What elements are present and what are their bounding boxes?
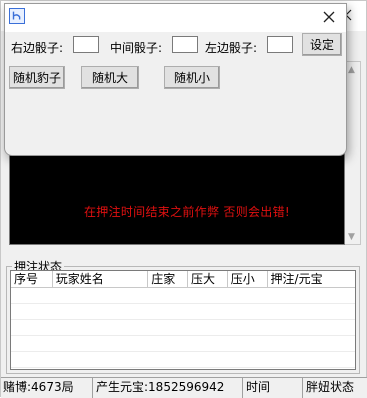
column-header-bet-small[interactable]: 压小 [228,271,268,287]
table-row[interactable] [11,320,355,336]
log-scrollbar[interactable]: ▲ ▼ [345,61,361,245]
column-header-index[interactable]: 序号 [11,271,53,287]
status-gamble-count: 赌博:4673局 [1,378,93,398]
table-row[interactable] [11,288,355,304]
left-dice-input[interactable] [267,36,293,53]
close-icon[interactable] [318,6,340,28]
middle-dice-label: 中间骰子: [110,41,163,55]
right-dice-input[interactable] [73,36,99,53]
status-generated-yuanbao: 产生元宝:1852596942 [93,378,243,398]
left-dice-label: 左边骰子: [205,41,258,55]
column-header-banker[interactable]: 庄家 [148,271,188,287]
random-big-button[interactable]: 随机大 [81,66,139,89]
random-leopard-button[interactable]: 随机豹子 [9,66,65,89]
scroll-up-icon[interactable]: ▲ [348,65,355,75]
dice-cheat-dialog: 右边骰子: 中间骰子: 左边骰子: 设定 随机豹子 随机大 随机小 [4,3,347,156]
set-button[interactable]: 设定 [302,33,342,56]
bet-status-group: 押注状态 序号 玩家姓名 庄家 压大 压小 押注/元宝 [6,258,360,374]
table-header: 序号 玩家姓名 庄家 压大 压小 押注/元宝 [11,271,355,288]
bet-table[interactable]: 序号 玩家姓名 庄家 压大 压小 押注/元宝 [10,270,356,370]
right-dice-label: 右边骰子: [11,41,64,55]
random-small-button[interactable]: 随机小 [164,66,220,89]
cheat-warning-text: 在押注时间结束之前作弊 否则会出错! [83,205,291,219]
app-icon [9,8,25,24]
status-state: 胖妞状态 [306,380,355,394]
table-row[interactable] [11,336,355,352]
scroll-down-icon[interactable]: ▼ [348,232,355,242]
middle-dice-input[interactable] [172,36,198,53]
status-time: 时间 [243,378,303,398]
table-row[interactable] [11,304,355,320]
table-row[interactable] [11,352,355,368]
statusbar: 赌博:4673局 产生元宝:1852596942 时间 胖妞状态 [1,377,367,398]
dialog-titlebar[interactable] [5,4,346,32]
column-header-player-name[interactable]: 玩家姓名 [53,271,149,287]
column-header-bet-yuanbao[interactable]: 押注/元宝 [268,271,355,287]
column-header-bet-big[interactable]: 压大 [188,271,228,287]
